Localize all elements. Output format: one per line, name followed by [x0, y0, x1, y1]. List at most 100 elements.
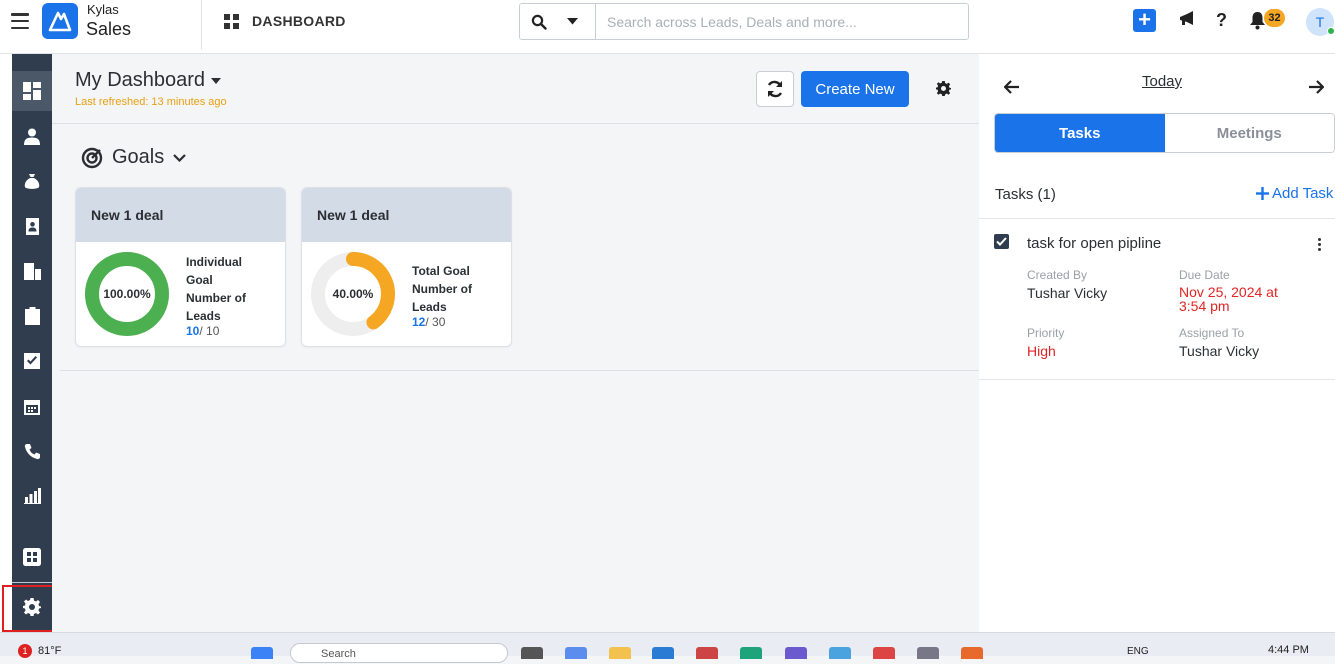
add-task-button[interactable]: Add Task [1256, 185, 1333, 202]
sidebar-item-companies[interactable] [12, 251, 52, 291]
system-clock[interactable]: 4:44 PM [1268, 644, 1309, 656]
panel-tabs: Tasks Meetings [994, 113, 1335, 153]
goal-card[interactable]: New 1 deal 100.00% Individual Goal Numbe… [75, 187, 286, 347]
dashboard-selector[interactable]: My Dashboard [75, 69, 222, 92]
refresh-icon [767, 80, 783, 98]
sidebar-item-dashboard[interactable] [12, 71, 52, 111]
dashboard-grid-icon [224, 13, 239, 29]
goals-separator [60, 370, 979, 371]
create-new-button[interactable]: Create New [801, 71, 909, 107]
goal-percent-label: 40.00% [333, 287, 374, 301]
plus-icon [1256, 187, 1269, 200]
sidebar-item-leads[interactable] [12, 116, 52, 156]
taskbar-app-icon[interactable] [521, 647, 543, 659]
sidebar-item-calendar[interactable] [12, 386, 52, 426]
language-indicator[interactable]: ENG [1127, 646, 1149, 657]
sidebar-item-calls[interactable] [12, 431, 52, 471]
sidebar-item-reports[interactable] [12, 476, 52, 516]
task-name[interactable]: task for open pipline [1027, 235, 1161, 252]
taskbar-app-icon[interactable] [917, 647, 939, 659]
quick-add-button[interactable]: + [1133, 9, 1156, 32]
chevron-down-icon [567, 18, 578, 25]
search-icon [531, 14, 547, 30]
online-status-dot [1327, 27, 1335, 35]
user-avatar[interactable]: T [1306, 8, 1335, 36]
goals-label: Goals [112, 146, 165, 168]
edge-icon[interactable] [740, 647, 762, 659]
kylas-logo[interactable] [42, 3, 78, 39]
due-date-label: Due Date [1179, 268, 1230, 282]
goal-card-description: Total Goal Number of Leads 12/ 30 [412, 262, 472, 331]
sidebar-item-deals[interactable] [12, 161, 52, 201]
goal-achieved: 12 [412, 315, 426, 329]
created-by-value: Tushar Vicky [1027, 285, 1108, 301]
priority-value: High [1027, 343, 1056, 359]
clipboard-icon [24, 307, 40, 325]
taskbar-search[interactable]: Search [290, 643, 508, 663]
hamburger-menu-icon[interactable] [11, 13, 29, 29]
search-input[interactable]: Search across Leads, Deals and more... [596, 4, 968, 39]
teams-icon[interactable] [785, 647, 807, 659]
goal-target: / 10 [199, 324, 220, 338]
caret-down-icon [211, 77, 222, 84]
previous-day-arrow-icon[interactable] [1003, 80, 1020, 99]
chevron-down-icon [173, 153, 187, 162]
sidebar-item-quotations[interactable] [12, 296, 52, 336]
global-search: Search across Leads, Deals and more... [519, 3, 969, 40]
brand-name: Kylas [87, 2, 119, 17]
goal-card-description: Individual Goal Number of Leads 10/ 10 [186, 253, 246, 340]
store-icon[interactable] [652, 647, 674, 659]
taskbar-app-icon[interactable] [961, 647, 983, 659]
goal-text-line: Number of [412, 282, 472, 296]
money-bag-icon [24, 173, 40, 189]
brand-product: Sales [86, 19, 132, 39]
goal-progress-donut: 100.00% [85, 252, 169, 336]
contact-card-icon [25, 217, 39, 235]
taskbar-app-icon[interactable] [829, 647, 851, 659]
due-date-line: Nov 25, 2024 at [1179, 284, 1278, 300]
sidebar-item-contacts[interactable] [12, 206, 52, 246]
created-by-label: Created By [1027, 268, 1088, 282]
tab-tasks[interactable]: Tasks [995, 114, 1165, 152]
task-more-icon[interactable] [1318, 238, 1321, 251]
phone-icon [24, 443, 40, 459]
sidebar-item-tasks[interactable] [12, 341, 52, 381]
temperature: 81°F [38, 645, 62, 657]
help-icon[interactable]: ? [1216, 10, 1227, 31]
taskbar-app-icon[interactable] [696, 647, 718, 659]
sidebar-item-apps[interactable] [12, 537, 52, 577]
folder-icon[interactable] [609, 647, 631, 659]
search-type-dropdown[interactable] [520, 4, 596, 39]
assigned-to-value: Tushar Vicky [1179, 343, 1260, 359]
date-label[interactable]: Today [1142, 73, 1182, 90]
task-complete-checkbox[interactable] [994, 234, 1009, 249]
notification-count-badge: 32 [1264, 9, 1285, 27]
sidebar [0, 54, 52, 632]
dashboard-icon [23, 82, 41, 100]
dashboard-settings-gear-icon[interactable] [936, 81, 951, 101]
tasks-count: Tasks (1) [995, 186, 1056, 203]
target-icon [81, 147, 103, 168]
windows-start-icon[interactable] [251, 647, 273, 659]
chrome-icon[interactable] [873, 647, 895, 659]
checkmark-icon [996, 237, 1007, 246]
goal-card[interactable]: New 1 deal 40.00% Total Goal Number of L… [301, 187, 512, 347]
goal-text-line: Individual [186, 255, 243, 269]
tab-meetings[interactable]: Meetings [1164, 114, 1334, 152]
apps-grid-icon [23, 548, 41, 566]
next-day-arrow-icon[interactable] [1308, 80, 1325, 99]
goal-text-line: Total Goal [412, 264, 470, 278]
goal-card-header: New 1 deal [302, 188, 511, 242]
taskbar-app-icon[interactable] [565, 647, 587, 659]
megaphone-icon[interactable] [1178, 10, 1196, 33]
right-panel: Today Tasks Meetings Tasks (1) Add Task … [979, 54, 1335, 632]
user-icon [24, 128, 40, 145]
goal-percent-label: 100.00% [103, 287, 151, 301]
task-separator [979, 379, 1335, 380]
refresh-button[interactable] [756, 71, 794, 107]
goal-text-line: Number of [186, 291, 246, 305]
goals-section-toggle[interactable]: Goals [81, 146, 187, 169]
add-task-label: Add Task [1272, 185, 1334, 202]
section-title-label: DASHBOARD [252, 13, 346, 29]
header-divider [201, 0, 202, 50]
